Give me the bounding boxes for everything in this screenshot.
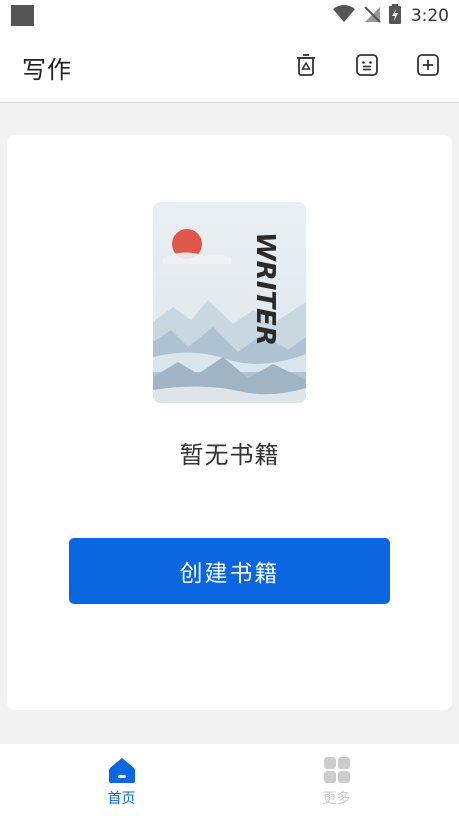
status-time: 3:20 <box>410 6 449 26</box>
add-book-button[interactable] <box>415 52 441 78</box>
wifi-icon <box>332 5 355 27</box>
nav-label-more: 更多 <box>322 791 351 807</box>
no-signal-icon <box>363 5 381 27</box>
recycle-bin-icon <box>297 54 315 76</box>
book-cover-image: WRITER <box>153 202 306 403</box>
emoji-button[interactable] <box>354 52 380 78</box>
add-icon <box>417 54 439 76</box>
nav-item-home[interactable]: 首页 <box>7 744 236 816</box>
cover-title: WRITER <box>250 232 280 346</box>
empty-state-text: 暂无书籍 <box>179 441 280 469</box>
nav-item-more[interactable]: 更多 <box>222 744 451 816</box>
bottom-navigation: 首页 更多 <box>0 744 459 816</box>
battery-icon <box>388 4 401 28</box>
nav-label-home: 首页 <box>107 791 136 807</box>
page-title: 写作 <box>22 56 72 84</box>
create-book-button[interactable]: 创建书籍 <box>69 538 390 604</box>
status-bar: 3:20 <box>0 0 459 32</box>
app-bar: 写作 <box>0 32 459 103</box>
recycle-bin-button[interactable] <box>293 52 319 78</box>
empty-state-card: WRITER 暂无书籍 创建书籍 <box>7 135 452 710</box>
status-icons: 3:20 <box>332 4 449 28</box>
grid-icon <box>323 757 350 783</box>
emoji-face-icon <box>356 54 378 76</box>
notification-icon <box>11 5 34 26</box>
home-icon <box>108 758 135 783</box>
